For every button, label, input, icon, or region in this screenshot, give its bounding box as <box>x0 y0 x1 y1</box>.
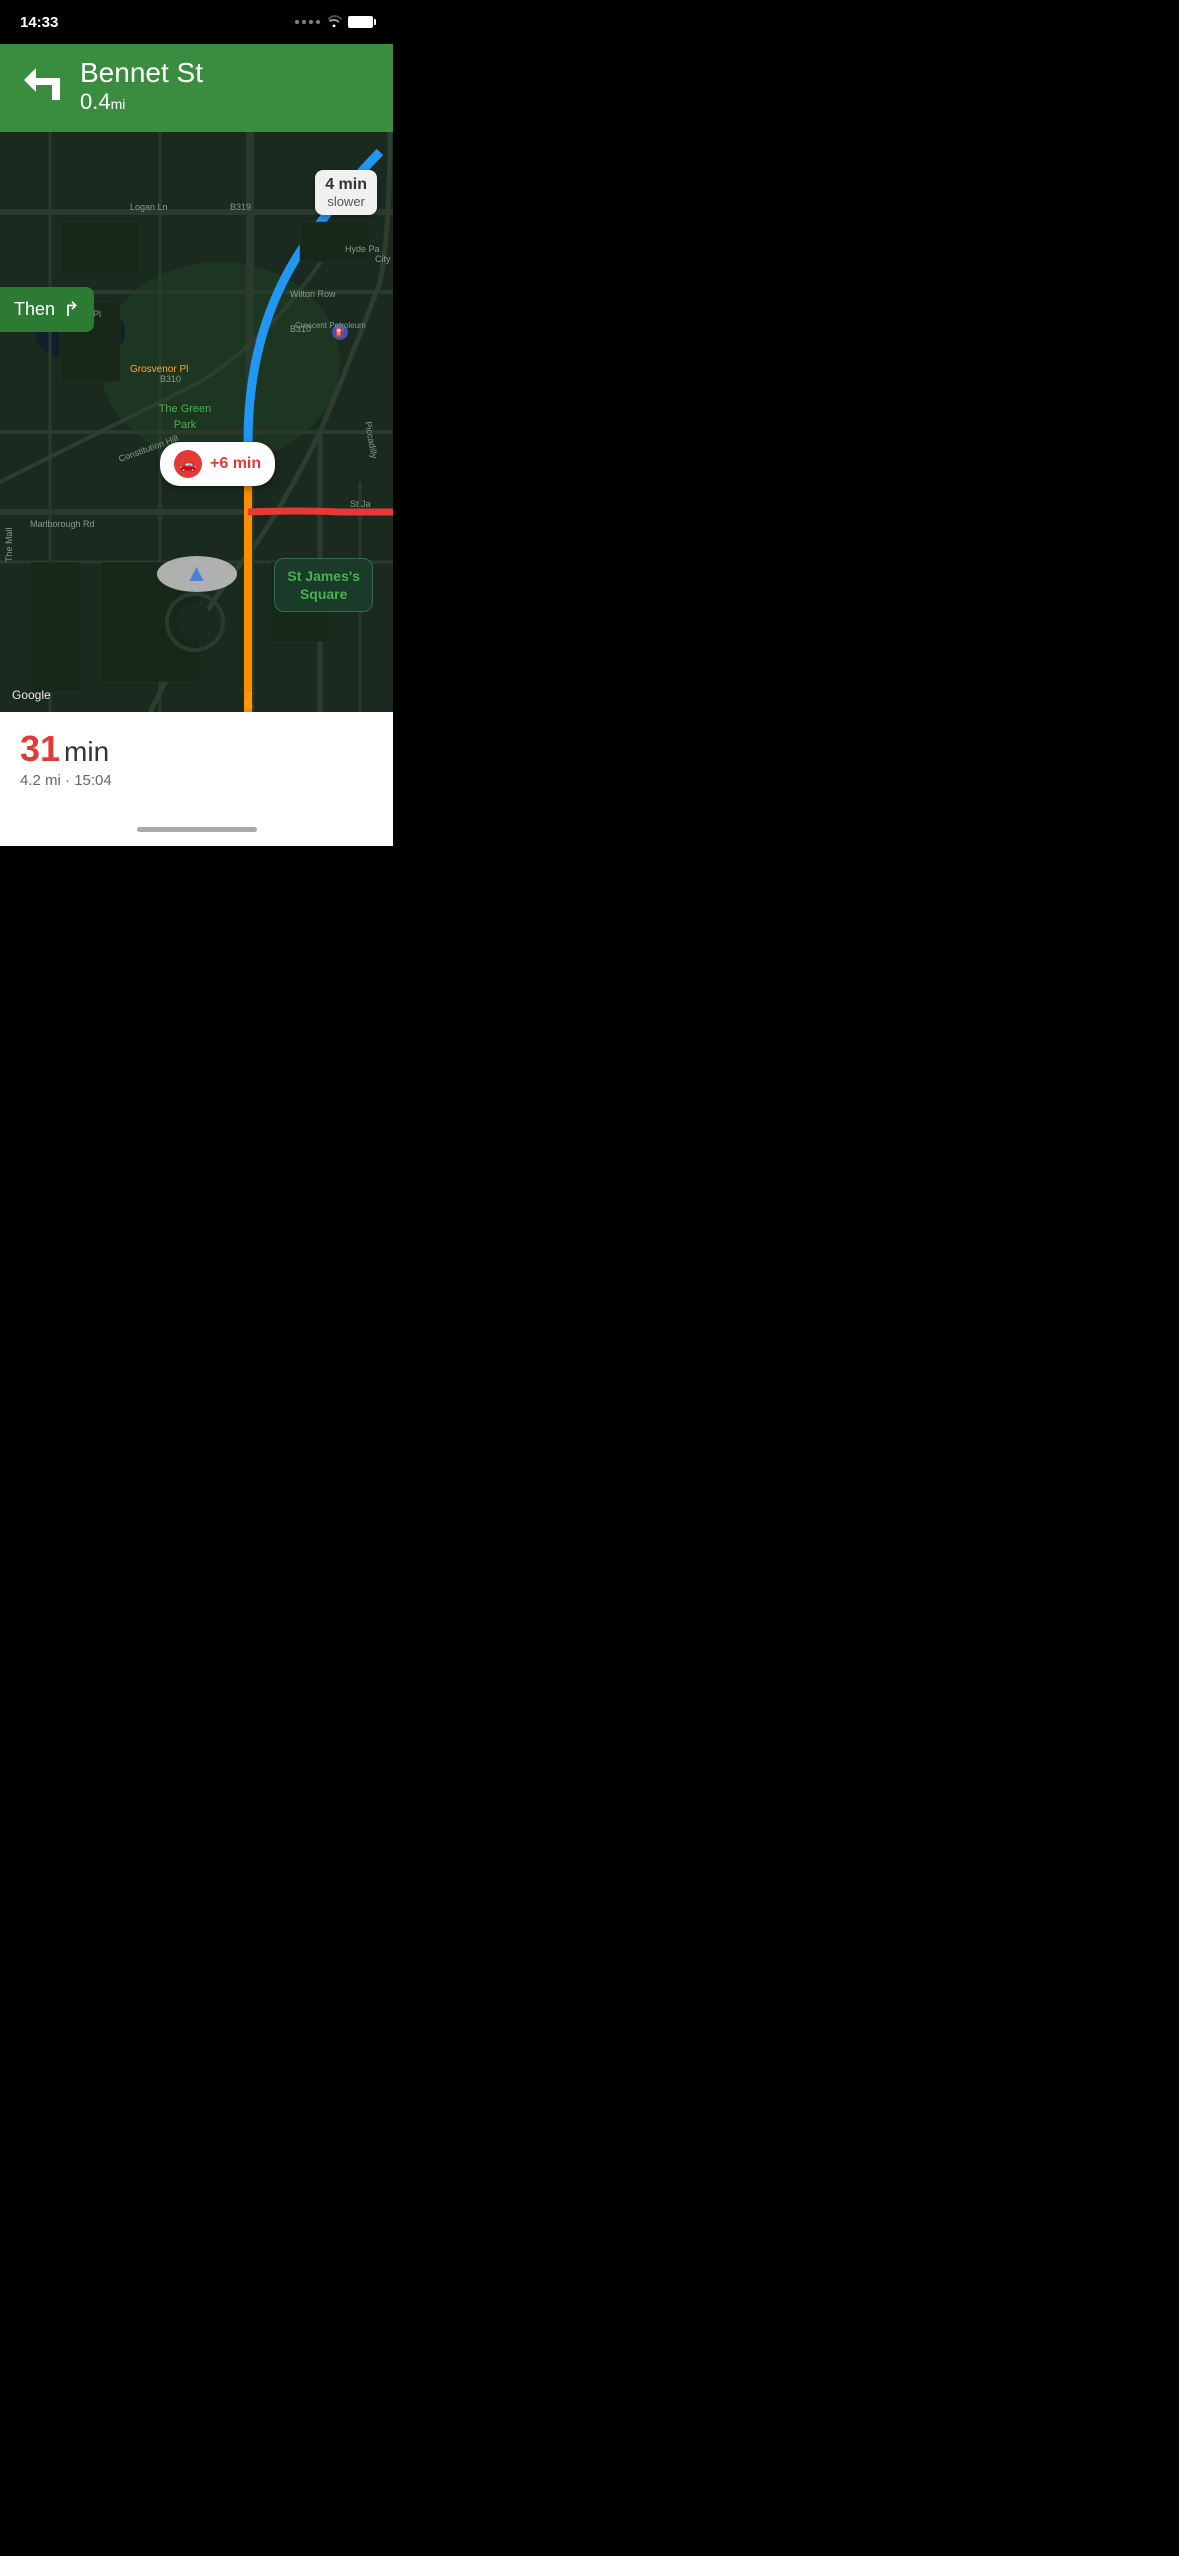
svg-text:City: City <box>375 254 391 264</box>
street-name: Bennet St <box>80 58 203 89</box>
st-james-line2: Square <box>287 585 360 603</box>
wifi-icon <box>326 14 342 30</box>
svg-text:Logan Ln: Logan Ln <box>130 202 168 212</box>
svg-text:Marlborough Rd: Marlborough Rd <box>30 519 95 529</box>
alt-route-label: slower <box>325 194 367 209</box>
then-label: Then <box>14 299 55 320</box>
eta-arrival: 15:04 <box>74 772 112 789</box>
map-area[interactable]: ⛽ Belgrave Pl B310 B310 B319 Logan Ln Wi… <box>0 132 393 712</box>
svg-text:B319: B319 <box>230 202 251 212</box>
svg-text:Park: Park <box>174 419 197 431</box>
eta-details: 4.2 mi · 15:04 <box>20 772 373 789</box>
svg-text:Grosvenor Pl: Grosvenor Pl <box>130 364 188 375</box>
svg-text:The Mall: The Mall <box>4 527 14 562</box>
location-marker: ▲ <box>157 556 237 592</box>
home-indicator <box>0 812 393 846</box>
status-bar: 14:33 <box>0 0 393 44</box>
eta-row: 31 min <box>20 728 373 770</box>
svg-text:Pall: Pall <box>242 692 253 709</box>
signal-icon <box>295 20 320 24</box>
nav-info: Bennet St 0.4mi <box>80 58 203 115</box>
svg-text:St Ja: St Ja <box>350 499 371 509</box>
distance: 0.4mi <box>80 89 203 115</box>
navigation-arrow-icon: ▲ <box>185 560 209 588</box>
home-bar <box>137 827 257 832</box>
st-james-line1: St James's <box>287 567 360 585</box>
then-arrow-icon: ↱ <box>63 297 80 322</box>
eta-minutes: 31 <box>20 728 60 770</box>
google-watermark: Google <box>12 688 51 702</box>
svg-text:Crescent Petroleum: Crescent Petroleum <box>295 321 366 330</box>
battery-icon <box>348 16 373 28</box>
bottom-panel: 31 min 4.2 mi · 15:04 <box>0 712 393 812</box>
then-banner: Then ↱ <box>0 287 94 332</box>
svg-text:Hyde Pa: Hyde Pa <box>345 244 380 254</box>
traffic-delay: +6 min <box>210 455 261 473</box>
turn-arrow-icon <box>16 58 68 116</box>
svg-text:B310: B310 <box>160 374 181 384</box>
traffic-car-icon: 🚗 <box>174 450 202 478</box>
eta-separator: · <box>65 772 70 789</box>
eta-distance: 4.2 mi <box>20 772 61 789</box>
traffic-badge[interactable]: 🚗 +6 min <box>160 442 275 486</box>
alt-route-time: 4 min <box>325 176 367 194</box>
map-svg: ⛽ Belgrave Pl B310 B310 B319 Logan Ln Wi… <box>0 132 393 712</box>
svg-text:Wilton Row: Wilton Row <box>290 289 336 299</box>
location-oval: ▲ <box>157 556 237 592</box>
eta-min-label: min <box>64 736 109 768</box>
st-james-square-label: St James's Square <box>274 558 373 612</box>
svg-text:The Green: The Green <box>159 403 212 415</box>
status-icons <box>295 14 373 30</box>
status-time: 14:33 <box>20 14 58 31</box>
alt-route-badge[interactable]: 4 min slower <box>315 170 377 215</box>
nav-header: Bennet St 0.4mi <box>0 44 393 132</box>
